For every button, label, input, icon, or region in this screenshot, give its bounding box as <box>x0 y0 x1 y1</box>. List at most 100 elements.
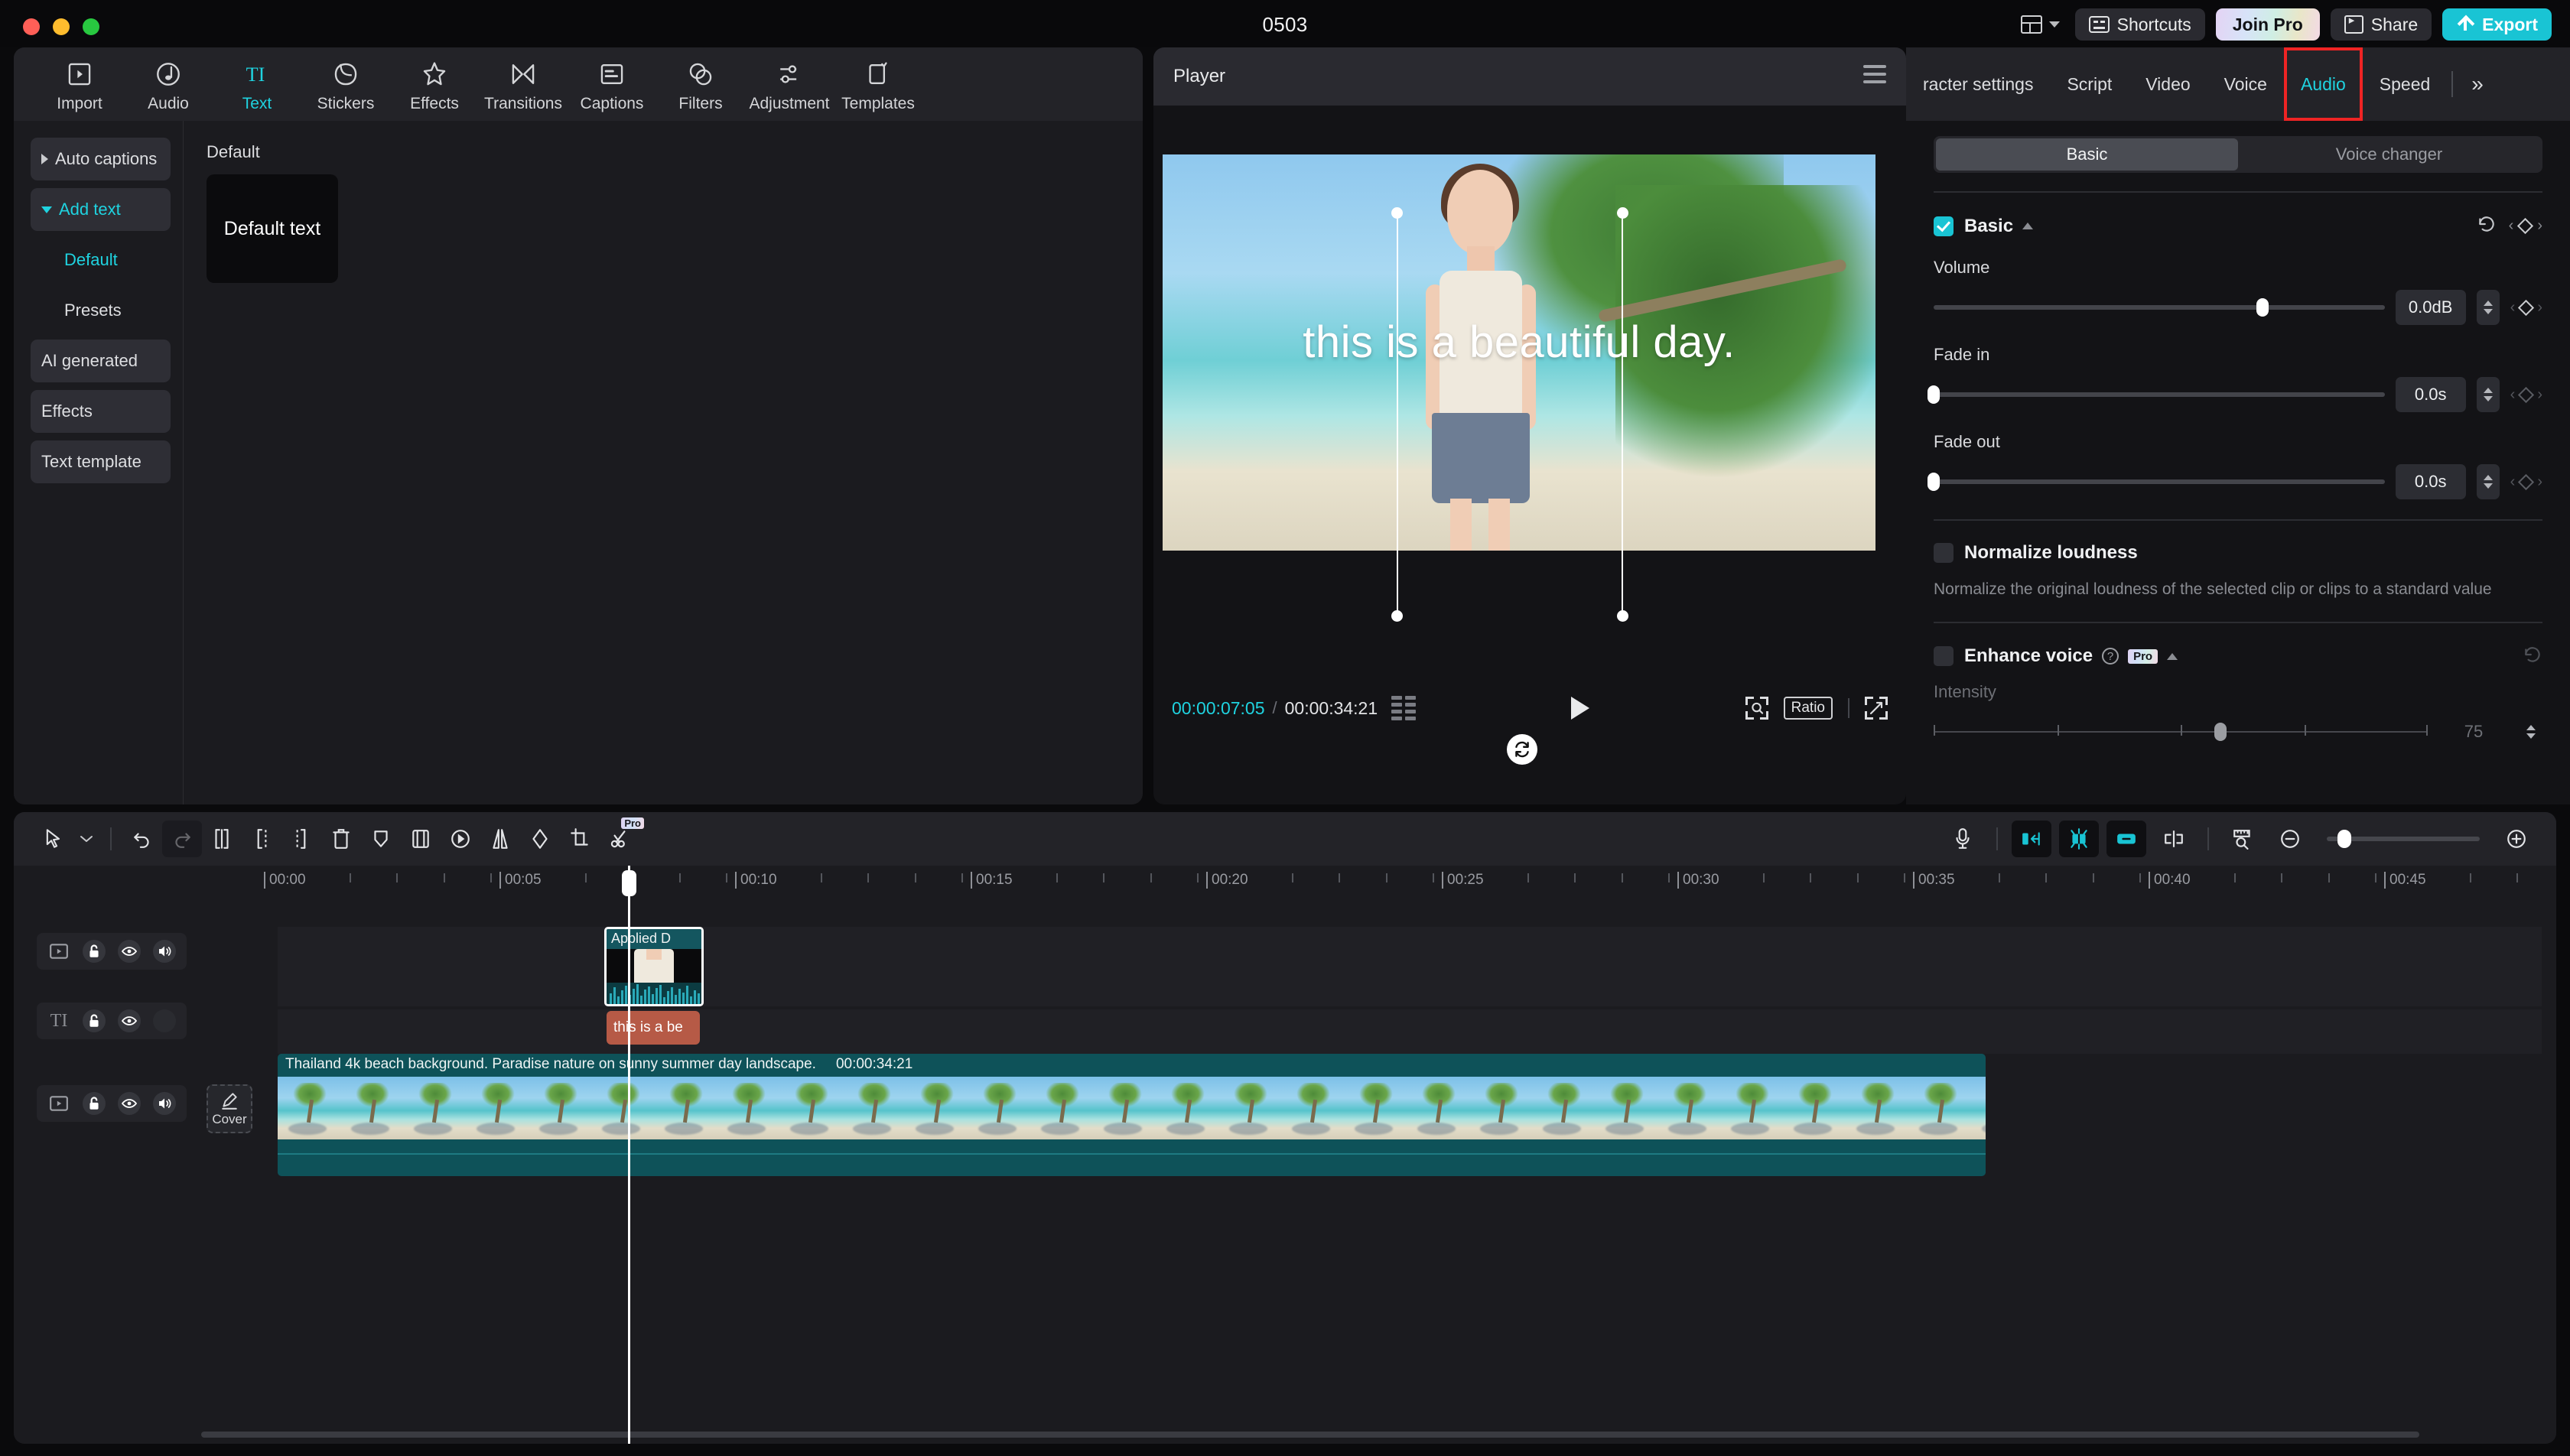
default-text-card[interactable]: Default text <box>207 174 338 283</box>
mask-icon[interactable] <box>520 821 560 857</box>
eye-icon[interactable] <box>118 940 141 963</box>
nav-item-filters[interactable]: Filters <box>656 57 745 113</box>
nav-item-effects[interactable]: Effects <box>390 57 479 113</box>
category-auto-captions[interactable]: Auto captions <box>31 138 171 180</box>
handle-bottom-right[interactable] <box>1617 610 1628 622</box>
frame-icon[interactable] <box>401 821 441 857</box>
nav-item-import[interactable]: Import <box>35 57 124 113</box>
category-effects[interactable]: Effects <box>31 390 171 433</box>
normalize-loudness-checkbox[interactable] <box>1934 543 1954 563</box>
fade-in-slider[interactable] <box>1927 385 2385 404</box>
marker-icon[interactable] <box>361 821 401 857</box>
nav-item-stickers[interactable]: Stickers <box>301 57 390 113</box>
timeline-ruler[interactable]: 00:00 00:05 00:10 00:15 00:20 00:25 00:30 00:35… <box>14 866 2556 913</box>
volume-stepper[interactable] <box>2476 290 2500 325</box>
speed-icon[interactable] <box>441 821 480 857</box>
segment-voice-changer[interactable]: Voice changer <box>2238 138 2540 171</box>
timeline-clip-background[interactable]: Thailand 4k beach background. Paradise n… <box>278 1054 1986 1176</box>
mirror-icon[interactable] <box>480 821 520 857</box>
trim-end-icon[interactable] <box>281 821 321 857</box>
zoom-out-icon[interactable] <box>2270 821 2310 857</box>
split-icon[interactable] <box>202 821 242 857</box>
tab-voice[interactable]: Voice <box>2207 47 2284 121</box>
microphone-icon[interactable] <box>1943 821 1983 857</box>
timeline-clip-video[interactable]: Applied D <box>604 927 704 1006</box>
fade-out-keyframe-control[interactable]: ‹ › <box>2510 473 2542 491</box>
export-button[interactable]: Export <box>2442 8 2552 41</box>
timeline-clip-text[interactable]: this is a be <box>607 1011 700 1045</box>
zoom-slider-knob[interactable] <box>2337 830 2351 848</box>
link-icon[interactable] <box>2106 821 2146 857</box>
trash-icon[interactable] <box>321 821 361 857</box>
nav-item-text[interactable]: TI Text <box>213 57 301 113</box>
overlay-text[interactable]: this is a beautiful day. <box>1163 317 1875 368</box>
enhance-voice-checkbox[interactable] <box>1934 646 1954 666</box>
category-add-text[interactable]: Add text <box>31 188 171 231</box>
fade-in-slider-knob[interactable] <box>1927 385 1940 404</box>
volume-slider[interactable] <box>1934 298 2385 317</box>
split-view-icon[interactable] <box>2154 821 2194 857</box>
fade-in-keyframe-control[interactable]: ‹ › <box>2510 386 2542 404</box>
chevron-down-icon[interactable] <box>73 821 99 857</box>
fade-in-stepper[interactable] <box>2476 377 2500 412</box>
handle-bottom-left[interactable] <box>1391 610 1403 622</box>
question-icon[interactable]: ? <box>2102 648 2119 665</box>
speaker-icon[interactable] <box>153 1092 176 1115</box>
fade-out-value[interactable]: 0.0s <box>2395 464 2466 499</box>
video-preview[interactable]: this is a beautiful day. <box>1163 154 1875 551</box>
snap-left-icon[interactable] <box>2012 821 2051 857</box>
reset-icon[interactable] <box>2523 645 2542 668</box>
cursor-icon[interactable] <box>34 821 73 857</box>
zoom-slider[interactable] <box>2327 830 2480 848</box>
ruler-icon[interactable] <box>2223 821 2263 857</box>
nav-item-audio[interactable]: Audio <box>124 57 213 113</box>
nav-item-adjustment[interactable]: Adjustment <box>745 57 834 113</box>
cover-button[interactable]: Cover <box>207 1084 252 1133</box>
eye-icon[interactable] <box>118 1092 141 1115</box>
zoom-in-icon[interactable] <box>2497 821 2536 857</box>
unlock-icon[interactable] <box>83 1092 106 1115</box>
category-default[interactable]: Default <box>31 239 171 281</box>
category-presets[interactable]: Presets <box>31 289 171 332</box>
hamburger-icon[interactable] <box>1863 65 1886 88</box>
fade-out-slider-knob[interactable] <box>1927 473 1940 491</box>
keyframe-control[interactable]: ‹ › <box>2509 217 2542 235</box>
intensity-stepper[interactable] <box>2520 714 2542 749</box>
intensity-slider-knob[interactable] <box>2214 722 2227 741</box>
fade-out-stepper[interactable] <box>2476 464 2500 499</box>
volume-keyframe-control[interactable]: ‹ › <box>2510 299 2542 317</box>
timeline-horizontal-scrollbar[interactable] <box>201 1432 2419 1438</box>
redo-icon[interactable] <box>162 821 202 857</box>
playhead-handle[interactable] <box>622 870 636 896</box>
tab-script[interactable]: Script <box>2050 47 2129 121</box>
basic-checkbox[interactable] <box>1934 216 1954 236</box>
play-icon[interactable] <box>1571 697 1590 720</box>
intensity-value[interactable]: 75 <box>2438 714 2509 749</box>
join-pro-button[interactable]: Join Pro <box>2215 8 2320 41</box>
unlock-icon[interactable] <box>83 940 106 963</box>
tab-video[interactable]: Video <box>2129 47 2207 121</box>
fade-in-value[interactable]: 0.0s <box>2395 377 2466 412</box>
trim-start-icon[interactable] <box>242 821 281 857</box>
scissors-icon[interactable] <box>600 817 644 857</box>
category-text-template[interactable]: Text template <box>31 440 171 483</box>
reset-icon[interactable] <box>2477 214 2497 238</box>
intensity-slider[interactable] <box>1934 722 2428 741</box>
fade-out-slider[interactable] <box>1927 473 2385 491</box>
tab-racter-settings[interactable]: racter settings <box>1906 47 2050 121</box>
category-ai-generated[interactable]: AI generated <box>31 340 171 382</box>
volume-value[interactable]: 0.0dB <box>2395 290 2466 325</box>
share-button[interactable]: Share <box>2330 8 2432 41</box>
quality-icon[interactable] <box>1745 697 1768 720</box>
nav-item-captions[interactable]: Captions <box>568 57 656 113</box>
crop-icon[interactable] <box>560 821 600 857</box>
nav-item-templates[interactable]: Templates <box>834 57 922 113</box>
undo-icon[interactable] <box>122 821 162 857</box>
tabs-overflow-button[interactable]: » <box>2458 47 2497 121</box>
tab-speed[interactable]: Speed <box>2363 47 2448 121</box>
grid-icon[interactable] <box>1391 696 1417 720</box>
segment-basic[interactable]: Basic <box>1936 138 2238 171</box>
layout-switch-button[interactable] <box>2016 9 2064 40</box>
volume-slider-knob[interactable] <box>2256 298 2269 317</box>
eye-icon[interactable] <box>118 1009 141 1032</box>
